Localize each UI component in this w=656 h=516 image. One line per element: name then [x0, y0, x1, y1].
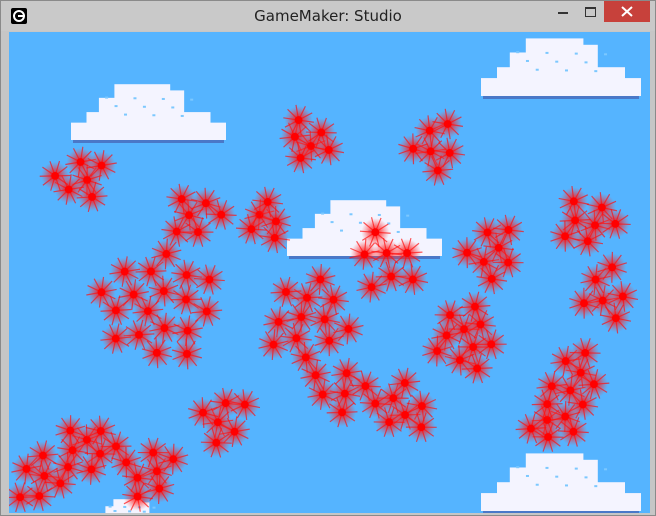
maximize-button[interactable]	[577, 1, 604, 22]
game-scene	[9, 32, 650, 513]
title-bar[interactable]: GameMaker: Studio	[1, 1, 655, 31]
close-icon	[621, 6, 633, 17]
close-button[interactable]	[604, 1, 650, 22]
game-window: GameMaker: Studio	[0, 0, 656, 516]
minimize-button[interactable]	[549, 1, 577, 22]
game-viewport[interactable]	[9, 32, 650, 513]
